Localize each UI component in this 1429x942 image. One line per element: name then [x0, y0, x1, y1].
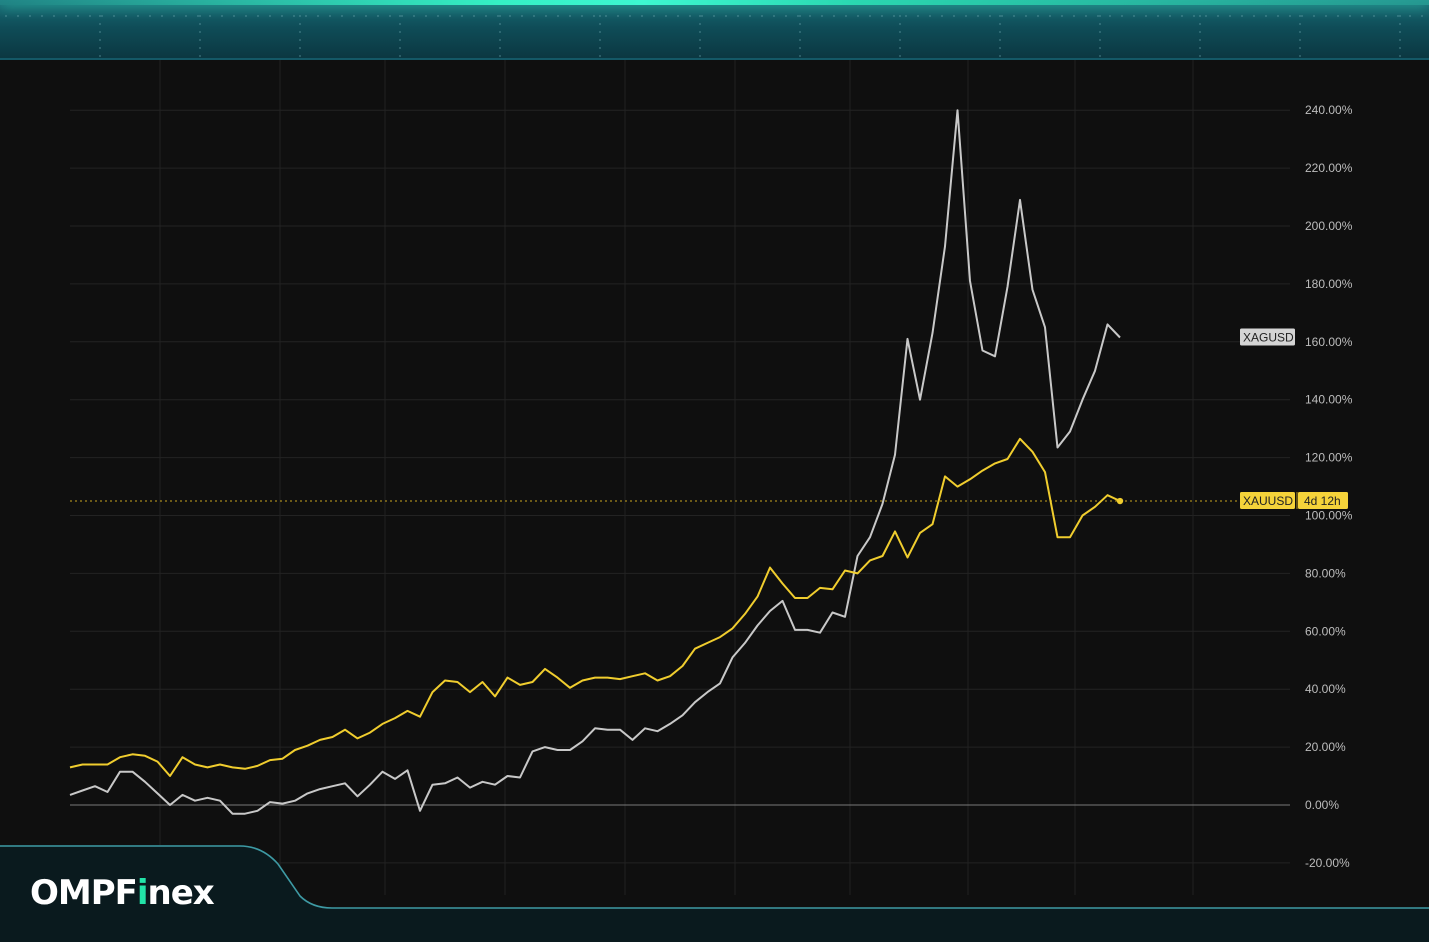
series-line-xauusd[interactable]	[69, 437, 1121, 777]
series-label-text: XAUUSD	[1243, 494, 1293, 508]
brand-logo-accent: i	[136, 873, 149, 913]
y-tick-label: 120.00%	[1305, 451, 1353, 465]
countdown-label: 4d 12h	[1304, 494, 1341, 508]
series-line-xagusd[interactable]	[69, 109, 1121, 815]
brand-logo-prefix: OMPF	[30, 873, 138, 913]
y-tick-label: 140.00%	[1305, 393, 1353, 407]
y-tick-label: 80.00%	[1305, 566, 1346, 580]
y-axis: 240.00% 220.00% 200.00% 180.00% 160.00% 140.0…	[1305, 103, 1353, 870]
series-layer	[69, 109, 1124, 815]
y-tick-label: 0.00%	[1305, 798, 1339, 812]
y-tick-label: 200.00%	[1305, 219, 1353, 233]
series-label-xagusd: XAGUSD	[1240, 328, 1295, 346]
y-tick-label: 100.00%	[1305, 509, 1353, 523]
y-tick-label: 60.00%	[1305, 624, 1346, 638]
top-banner	[0, 0, 1429, 60]
y-tick-label: 20.00%	[1305, 740, 1346, 754]
y-tick-label: 40.00%	[1305, 682, 1346, 696]
y-tick-label: 160.00%	[1305, 335, 1353, 349]
brand-logo-suffix: nex	[147, 873, 215, 913]
y-tick-label: 240.00%	[1305, 103, 1353, 117]
line-chart[interactable]: 240.00% 220.00% 200.00% 180.00% 160.00% 140.0…	[0, 60, 1429, 908]
logo-panel-frame	[0, 845, 1429, 942]
brand-logo: OMPFinex	[30, 873, 215, 913]
grid-layer	[70, 60, 1290, 895]
series-label-text: XAGUSD	[1243, 330, 1294, 344]
series-endpoint-dot	[1116, 497, 1124, 505]
series-label-xauusd: XAUUSD 4d 12h	[1240, 492, 1348, 510]
banner-dot-pattern	[5, 15, 1423, 57]
y-tick-label: 220.00%	[1305, 161, 1353, 175]
chart-area[interactable]: 240.00% 220.00% 200.00% 180.00% 160.00% 140.0…	[0, 60, 1429, 908]
y-tick-label: 180.00%	[1305, 277, 1353, 291]
series-labels: XAGUSD XAUUSD 4d 12h	[1240, 328, 1348, 510]
